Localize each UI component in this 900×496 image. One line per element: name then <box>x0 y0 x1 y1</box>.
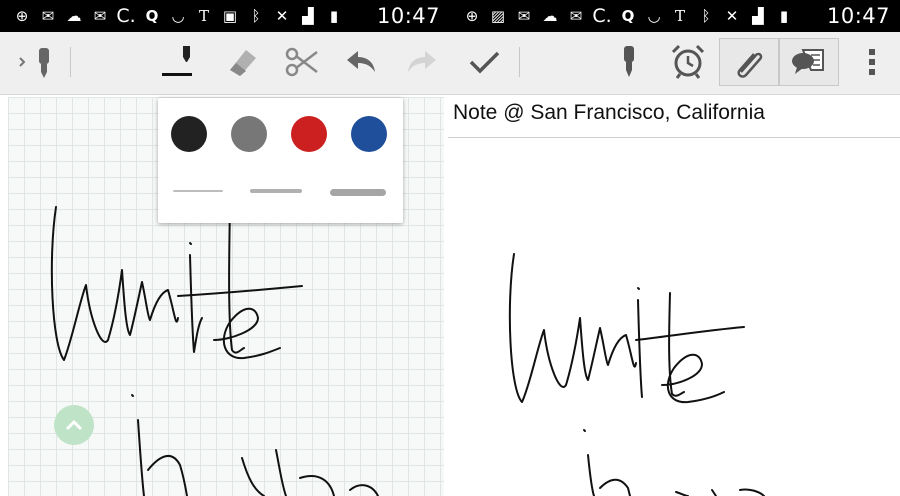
pen-settings-popup <box>158 98 403 223</box>
color-swatch-gray[interactable] <box>231 116 267 152</box>
color-swatch-red[interactable] <box>291 116 327 152</box>
chevron-up-icon <box>65 419 83 431</box>
stroke-width-thin[interactable] <box>173 190 223 192</box>
color-swatch-black[interactable] <box>171 116 207 152</box>
collapse-button[interactable] <box>54 405 94 445</box>
stroke-width-medium[interactable] <box>250 189 302 193</box>
handwriting-right <box>508 253 765 496</box>
stroke-width-thick[interactable] <box>330 189 386 196</box>
color-swatch-blue[interactable] <box>351 116 387 152</box>
